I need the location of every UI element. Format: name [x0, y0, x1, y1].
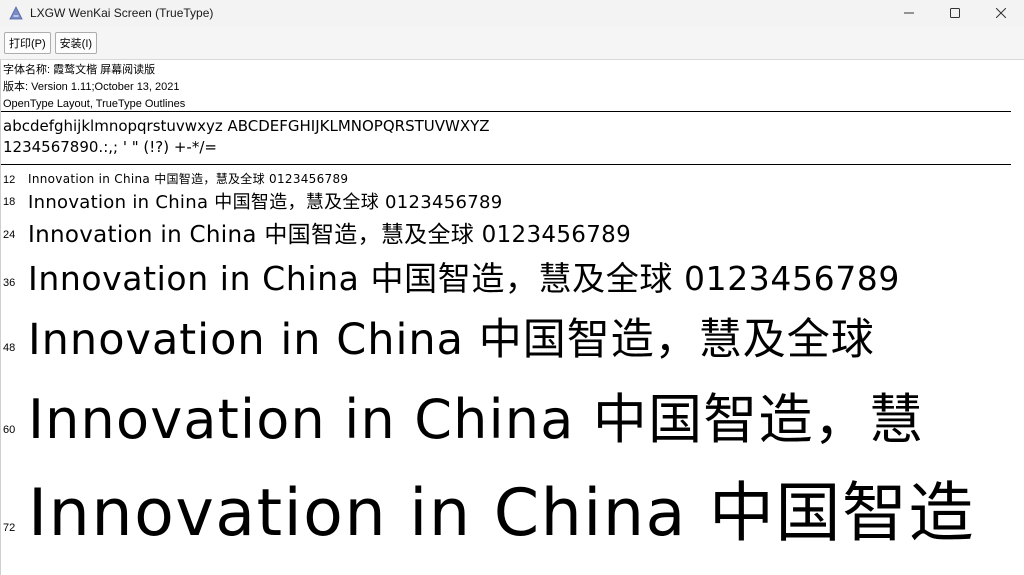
sample-text: Innovation in China 中国智造，慧及全球 0123456789: [28, 259, 900, 298]
sample-text: Innovation in China 中国智造，慧及全球: [28, 315, 875, 365]
font-preview-area[interactable]: 字体名称: 霞鹜文楷 屏幕阅读版 版本: Version 1.11;Octobe…: [0, 60, 1024, 575]
sample-text: Innovation in China 中国智造，慧: [28, 388, 925, 451]
sample-text: Innovation in China 中国智造，慧及全球 0123456789: [28, 172, 349, 186]
size-label: 36: [3, 277, 16, 289]
maximize-icon: [950, 8, 960, 18]
charset-preview: abcdefghijklmnopqrstuvwxyz ABCDEFGHIJKLM…: [3, 116, 490, 158]
print-button[interactable]: 打印(P): [4, 31, 51, 54]
size-label: 18: [3, 196, 16, 208]
window-controls: [886, 0, 1024, 26]
size-label: 48: [3, 342, 16, 354]
minimize-button[interactable]: [886, 0, 932, 26]
close-button[interactable]: [978, 0, 1024, 26]
window-title: LXGW WenKai Screen (TrueType): [30, 6, 214, 20]
toolbar: 打印(P) 安装(I): [0, 26, 1024, 60]
size-label: 12: [3, 174, 16, 186]
font-name-line: 字体名称: 霞鹜文楷 屏幕阅读版: [3, 64, 156, 76]
size-label: 72: [3, 522, 16, 534]
divider: [1, 164, 1011, 165]
size-label: 24: [3, 229, 16, 241]
font-app-icon: [8, 5, 24, 21]
charset-digits-symbols: 1234567890.:,; ' " (!?) +-*/=: [3, 138, 217, 156]
size-label: 60: [3, 424, 16, 436]
divider: [1, 111, 1011, 112]
install-button[interactable]: 安装(I): [54, 31, 98, 54]
maximize-button[interactable]: [932, 0, 978, 26]
sample-text: Innovation in China 中国智造，慧及全球 0123456789: [28, 222, 632, 248]
font-info: 字体名称: 霞鹜文楷 屏幕阅读版 版本: Version 1.11;Octobe…: [3, 62, 185, 113]
minimize-icon: [904, 12, 914, 14]
charset-letters: abcdefghijklmnopqrstuvwxyz ABCDEFGHIJKLM…: [3, 117, 490, 135]
close-icon: [996, 8, 1006, 18]
sample-text: Innovation in China 中国智造: [28, 476, 976, 551]
sample-text: Innovation in China 中国智造，慧及全球 0123456789: [28, 192, 503, 213]
title-bar[interactable]: LXGW WenKai Screen (TrueType): [0, 0, 1024, 26]
version-line: 版本: Version 1.11;October 13, 2021: [3, 81, 180, 93]
